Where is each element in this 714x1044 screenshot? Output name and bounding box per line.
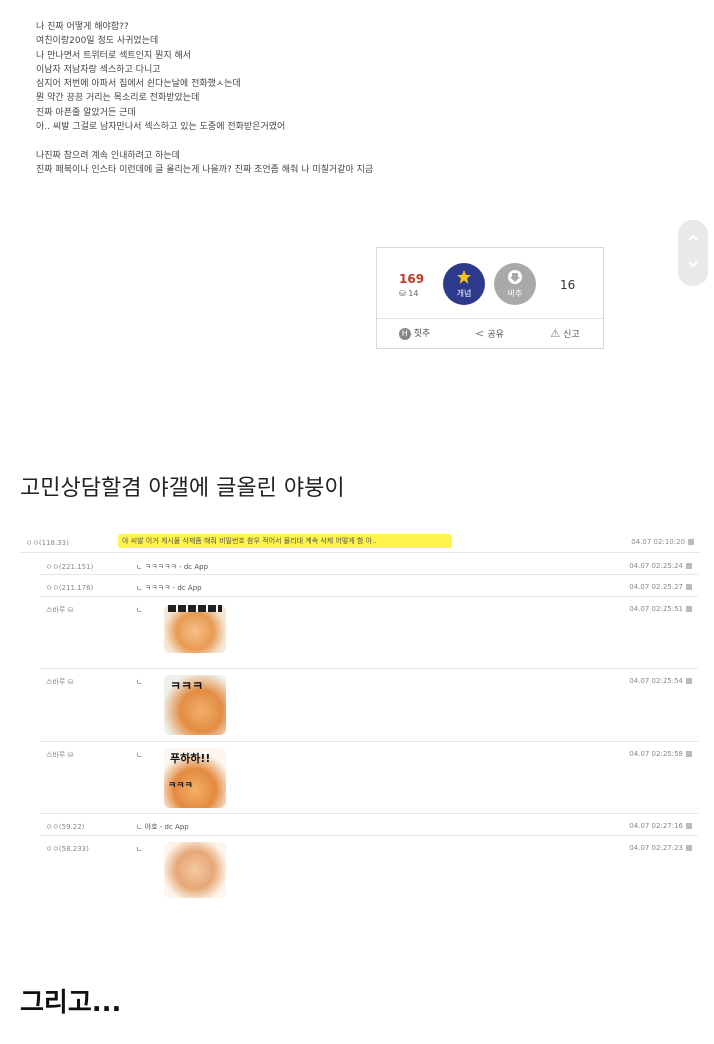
reply-text: ㄴ [136,678,143,686]
recommend-box: 169 ⛁ 14 개념 비추 16 H 힛추 < 공유 ⚠ 신고 [376,247,604,349]
sticker-caption: ㅋㅋㅋ [170,679,204,693]
section-heading: 고민상담할겸 야갤에 글올린 야붕이 [20,476,345,501]
chevron-up-icon[interactable] [687,232,699,244]
sticker-caption: ㅋㅋㅋ [168,781,193,791]
reply-date: 04.07 02:27:16 [629,822,692,830]
reply-row: ㅇㅇ(59.22) ㄴ 야호 - dc App 04.07 02:27:16 [40,814,698,836]
scroll-buttons [678,220,708,286]
reply-author[interactable]: 스바루 ⛁ [46,605,73,615]
reply-author[interactable]: ㅇㅇ(59.22) [46,822,84,832]
reply-row: 스바루 ⛁ ㄴ 04.07 02:25:54 ㅋㅋㅋ [40,669,698,742]
hit-recommend-button[interactable]: H 힛추 [377,319,452,349]
siren-icon: ⚠ [550,327,561,340]
reply-date: 04.07 02:25:58 [629,750,692,758]
reply-row: 스바루 ⛁ ㄴ 04.07 02:25:58 푸하하!! ㅋㅋㅋ [40,742,698,814]
tiger-sticker-image: 푸하하!! ㅋㅋㅋ [164,748,226,808]
tiger-sticker-image [164,842,226,898]
sticker-text-strip [168,605,222,612]
reply-text: ㄴ [136,606,143,614]
tiger-sticker-image: ㅋㅋㅋ [164,675,226,735]
reply-row: ㅇㅇ(58.233) ㄴ 04.07 02:27:23 [40,836,698,898]
reply-date: 04.07 02:25:54 [629,677,692,685]
post-body: 나 진짜 어떻게 해야함?? 여친이랑200일 정도 사귀었는데 나 만나면서 … [36,20,373,177]
post-line: 이남자 저남자랑 섹스하고 다니고 [36,64,161,75]
reply-date: 04.07 02:25:24 [629,562,692,570]
hit-icon: H [398,327,411,340]
reply-author[interactable]: 스바루 ⛁ [46,677,73,687]
upvote-count: 169 [399,272,425,286]
recommend-top: 169 ⛁ 14 개념 비추 16 [377,248,603,318]
share-button[interactable]: < 공유 [452,319,527,349]
reply-author[interactable]: ㅇㅇ(58.233) [46,844,89,854]
post-line: 진짜 아픈줄 알았거든 근데 [36,107,136,118]
post-line-blank [36,134,373,148]
reply-text: ㄴ [136,751,143,759]
delete-icon[interactable] [686,606,692,612]
reply-text: ㄴ 야호 - dc App [136,823,189,831]
comment-text-highlighted: 야 씨발 이거 게시물 삭제좀 해줘 비밀번호 참우 적어서 몰리대 계속 삭제… [118,534,452,548]
reply-author[interactable]: ㅇㅇ(211.176) [46,583,93,593]
post-line: 나 만나면서 트위터로 섹트인지 뭔지 해서 [36,50,192,61]
delete-icon[interactable] [686,563,692,569]
chevron-down-icon[interactable] [687,258,699,270]
post-line: 진짜 페북이나 인스타 이런데에 글 올리는게 나을까? 진짜 조언좀 해줘 나… [36,164,374,175]
post-line: 여친이랑200일 정도 사귀었는데 [36,36,159,47]
delete-icon[interactable] [686,823,692,829]
star-icon [443,269,485,288]
fixed-user-icon: ⛁ [399,289,406,298]
fixed-user-icon: ⛁ [67,606,74,614]
recommend-actions: H 힛추 < 공유 ⚠ 신고 [377,318,603,349]
closing-heading: 그리고... [20,988,122,1018]
sticker-caption: 푸하하!! [170,752,211,765]
downvote-button[interactable]: 비추 [494,263,536,305]
reply-row: 스바루 ⛁ ㄴ 04.07 02:25:51 [40,597,698,669]
comment-list: ㅇㅇ(118.33) 야 씨발 이거 게시물 삭제좀 해줘 비밀번호 참우 적어… [20,530,700,898]
arrow-down-icon [494,269,536,288]
delete-icon[interactable] [686,584,692,590]
post-line: 아.. 씨발 그걸로 남자만나서 섹스하고 있는 도중에 전화받은거였어 [36,122,286,133]
post-line: 심지어 저번에 아파서 집에서 쉰다는날에 전화했ㅅ는데 [36,79,241,90]
comment-row-highlighted: ㅇㅇ(118.33) 야 씨발 이거 게시물 삭제좀 해줘 비밀번호 참우 적어… [20,530,700,553]
fixed-user-icon: ⛁ [67,678,74,686]
reply-text: ㄴ ㅋㅋㅋㅋ - dc App [136,584,202,592]
reply-text: ㄴ [136,845,143,853]
post-line: 나 진짜 어떻게 해야함?? [36,22,129,32]
delete-icon[interactable] [686,678,692,684]
reply-author[interactable]: 스바루 ⛁ [46,750,73,760]
delete-icon[interactable] [686,751,692,757]
reply-date: 04.07 02:25:27 [629,583,692,591]
reply-text: ㄴ ㅋㅋㅋㅋㅋ - dc App [136,563,209,571]
share-icon: < [475,327,485,340]
comment-date: 04.07 02:10:20 [631,538,694,546]
delete-icon[interactable] [686,845,692,851]
reply-author[interactable]: ㅇㅇ(221.151) [46,562,93,572]
post-line: 나진짜 참으려 계속 인내하려고 하는데 [36,150,180,161]
reply-date: 04.07 02:25:51 [629,605,692,613]
comment-author[interactable]: ㅇㅇ(118.33) [26,538,69,548]
downvote-count: 16 [560,278,576,292]
delete-icon[interactable] [688,539,694,545]
report-button[interactable]: ⚠ 신고 [527,319,603,349]
fixed-upvote-count: ⛁ 14 [399,289,419,298]
fixed-user-icon: ⛁ [67,751,74,759]
reply-row: ㅇㅇ(211.176) ㄴ ㅋㅋㅋㅋ - dc App 04.07 02:25:… [40,575,698,597]
reply-row: ㅇㅇ(221.151) ㄴ ㅋㅋㅋㅋㅋ - dc App 04.07 02:25… [40,554,698,575]
reply-date: 04.07 02:27:23 [629,844,692,852]
post-line: 뭔 약간 끙끙 거리는 목소리로 전화받았는데 [36,93,200,104]
tiger-sticker-image [164,605,226,653]
upvote-button[interactable]: 개념 [443,263,485,305]
